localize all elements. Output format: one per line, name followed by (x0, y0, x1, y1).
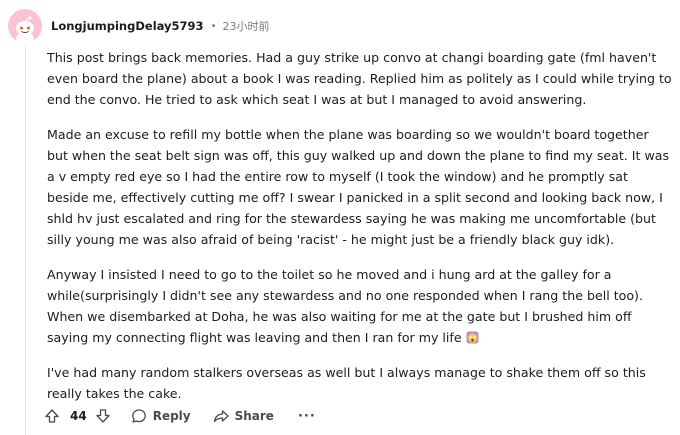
snoo-avatar-icon (16, 16, 34, 43)
downvote-button[interactable] (95, 404, 111, 428)
reply-label: Reply (152, 409, 191, 423)
share-button[interactable]: Share (213, 404, 274, 428)
share-label: Share (234, 409, 274, 423)
timestamp[interactable]: 23小时前 (222, 18, 269, 34)
more-options-icon: ··· (297, 408, 316, 424)
comment-actions: 44 Reply Share ··· (44, 404, 316, 428)
comment-paragraph: Made an excuse to refill my bottle when … (47, 127, 670, 247)
more-options-button[interactable]: ··· (298, 404, 316, 428)
comment-paragraph: I've had many random stalkers overseas a… (47, 365, 646, 401)
meta-separator: • (210, 20, 217, 32)
comment-paragraph-text: Anyway I insisted I need to go to the to… (47, 267, 643, 345)
comment-body: This post brings back memories. Had a gu… (47, 47, 672, 418)
thread-line[interactable] (25, 46, 26, 435)
screaming-face-emoji-icon (466, 331, 479, 344)
vote-count: 44 (70, 409, 87, 423)
comment: LongjumpingDelay5793 • 23小时前 This post b… (0, 0, 680, 435)
username[interactable]: LongjumpingDelay5793 (51, 19, 204, 33)
speech-bubble-icon (131, 409, 146, 423)
share-arrow-icon (213, 410, 229, 423)
comment-header: LongjumpingDelay5793 • 23小时前 (8, 9, 269, 43)
comment-paragraph: Anyway I insisted I need to go to the to… (47, 264, 672, 348)
downvote-arrow-icon (96, 409, 110, 423)
upvote-button[interactable] (44, 404, 60, 428)
reply-button[interactable]: Reply (131, 404, 191, 428)
avatar[interactable] (8, 9, 42, 43)
comment-paragraph: This post brings back memories. Had a gu… (47, 50, 672, 107)
upvote-arrow-icon (45, 409, 59, 423)
